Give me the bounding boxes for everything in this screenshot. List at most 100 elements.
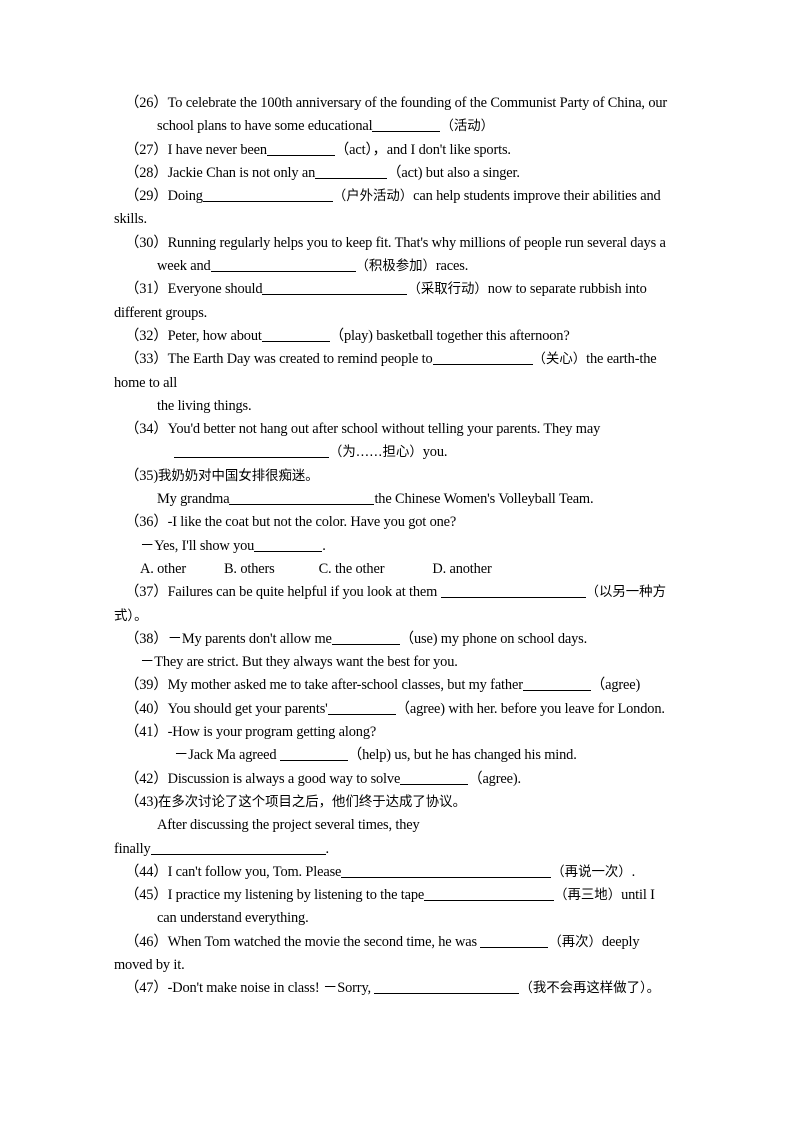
- question-text: （use) my phone on school days.: [399, 630, 588, 647]
- question-text: can help students improve their abilitie…: [413, 188, 661, 205]
- question-line: （27）I have never been （act），and I don't l…: [114, 139, 696, 162]
- question-line: （44）I can't follow you, Tom. Please （再说一次…: [114, 861, 696, 884]
- question-text: （act) but also a singer.: [387, 164, 520, 181]
- answer-blank[interactable]: [374, 980, 520, 995]
- question-line: home to all: [114, 372, 696, 395]
- question-text: （36）-I like the coat but not the color. …: [125, 514, 457, 531]
- question-line: My grandma the Chinese Women's Volleyball…: [114, 488, 696, 511]
- chinese-hint: （积极参加）: [355, 259, 436, 275]
- answer-blank[interactable]: [372, 118, 441, 133]
- question-text: （agree).: [468, 770, 521, 787]
- question-text: （47）-Don't make noise in class! －Sorry,: [125, 980, 375, 997]
- answer-blank[interactable]: [400, 771, 469, 785]
- question-text: （31）Everyone should: [125, 281, 263, 298]
- question-text: races.: [435, 258, 469, 275]
- question-text: （38）－My parents don't allow me: [125, 630, 332, 647]
- answer-blank[interactable]: [254, 538, 323, 552]
- question-text: school plans to have some educational: [157, 118, 373, 135]
- question-text: .: [322, 537, 326, 554]
- answer-blank[interactable]: [266, 142, 335, 156]
- question-text: （33）The Earth Day was created to remind …: [125, 351, 433, 368]
- answer-blank[interactable]: [210, 258, 356, 273]
- question-text: After discussing the project several tim…: [157, 817, 420, 834]
- question-line: （33）The Earth Day was created to remind …: [114, 348, 696, 371]
- question-line: （47）-Don't make noise in class! －Sorry, …: [114, 977, 696, 1000]
- question-text: skills.: [114, 211, 147, 228]
- question-line: （43)在多次讨论了这个项目之后，他们终于达成了协议。: [114, 791, 696, 814]
- question-line: （34）You'd better not hang out after scho…: [114, 418, 696, 441]
- question-text: finally: [114, 840, 151, 857]
- chinese-hint: （户外活动）: [332, 189, 414, 205]
- question-text: （39）My mother asked me to take after-sch…: [125, 677, 523, 694]
- question-line: （38）－My parents don't allow me （use) my p…: [114, 628, 696, 651]
- question-text: （34）You'd better not hang out after scho…: [125, 421, 601, 438]
- question-text: （37）Failures can be quite helpful if you…: [125, 584, 441, 601]
- question-line: week and （积极参加）races.: [114, 255, 696, 278]
- question-text: D. another: [432, 560, 492, 577]
- question-text: moved by it.: [114, 956, 185, 973]
- answer-blank[interactable]: [315, 165, 388, 179]
- question-line: 式）。: [114, 605, 696, 628]
- chinese-hint: （关心）: [532, 352, 587, 368]
- question-line: （为……担心）you.: [114, 441, 696, 464]
- question-line: （30）Running regularly helps you to keep …: [114, 232, 696, 255]
- question-text: C. the other: [318, 560, 385, 577]
- answer-blank[interactable]: [174, 444, 329, 459]
- question-line: （41）-How is your program getting along?: [114, 721, 696, 744]
- chinese-hint: （以另一种方: [585, 585, 666, 601]
- answer-blank[interactable]: [261, 328, 330, 342]
- answer-blank[interactable]: [432, 351, 533, 366]
- answer-blank[interactable]: [202, 188, 333, 203]
- question-text: now to separate rubbish into: [487, 281, 647, 298]
- question-text: （help) us, but he has changed his mind.: [347, 747, 577, 764]
- question-text: （32）Peter, how about: [125, 327, 262, 344]
- answer-blank[interactable]: [440, 584, 586, 599]
- question-text: （agree): [590, 677, 641, 694]
- question-line: finally.: [114, 838, 696, 861]
- question-line: After discussing the project several tim…: [114, 814, 696, 837]
- question-line: （29）Doing （户外活动）can help students improve…: [114, 185, 696, 208]
- chinese-hint: （再三地）: [554, 888, 622, 904]
- question-text: （play) basketball together this afternoo…: [329, 327, 570, 344]
- answer-blank[interactable]: [522, 677, 591, 692]
- chinese-hint: 我奶奶对中国女排很痴迷。: [157, 468, 319, 484]
- question-line: （45）I practice my listening by listening…: [114, 884, 696, 907]
- question-text: B. others: [223, 560, 275, 577]
- question-line: skills.: [114, 208, 696, 231]
- question-line: （35)我奶奶对中国女排很痴迷。: [114, 465, 696, 488]
- question-line: （31）Everyone should （采取行动）now to separate…: [114, 278, 696, 301]
- question-text: My grandma: [157, 491, 230, 508]
- answer-blank[interactable]: [331, 631, 400, 645]
- question-line: （39）My mother asked me to take after-sch…: [114, 674, 696, 697]
- answer-blank[interactable]: [262, 281, 408, 296]
- question-text: （45）I practice my listening by listening…: [125, 887, 425, 904]
- question-text: week and: [157, 258, 211, 275]
- question-line: （28）Jackie Chan is not only an （act) but …: [114, 162, 696, 185]
- question-text: －Yes, I'll show you: [140, 537, 255, 554]
- question-text: －They are strict. But they always want t…: [140, 654, 458, 671]
- answer-blank[interactable]: [229, 491, 375, 506]
- question-line: （40）You should get your parents' （agree) …: [114, 698, 696, 721]
- question-line: （42）Discussion is always a good way to s…: [114, 768, 696, 791]
- chinese-hint: （采取行动）: [407, 282, 488, 298]
- question-line: （37）Failures can be quite helpful if you…: [114, 581, 696, 604]
- question-line: （26）To celebrate the 100th anniversary o…: [114, 92, 696, 115]
- question-text: the Chinese Women's Volleyball Team.: [374, 491, 594, 508]
- question-text: （27）I have never been: [125, 141, 267, 158]
- question-line: different groups.: [114, 302, 696, 325]
- answer-blank[interactable]: [279, 747, 348, 762]
- question-text: A. other: [140, 560, 186, 577]
- answer-blank[interactable]: [480, 934, 549, 948]
- question-text: （44）I can't follow you, Tom. Please: [125, 863, 342, 880]
- question-text: home to all: [114, 374, 178, 391]
- question-text: .: [325, 840, 330, 857]
- answer-blank[interactable]: [327, 701, 396, 715]
- question-text: （46）When Tom watched the movie the secon…: [125, 933, 481, 950]
- question-line: （32）Peter, how about （play) basketball to…: [114, 325, 696, 348]
- question-line: the living things.: [114, 395, 696, 418]
- answer-blank[interactable]: [341, 864, 552, 878]
- chinese-hint: （活动）: [440, 119, 495, 135]
- answer-blank[interactable]: [150, 841, 326, 855]
- question-text: .: [631, 863, 636, 880]
- answer-blank[interactable]: [424, 887, 555, 902]
